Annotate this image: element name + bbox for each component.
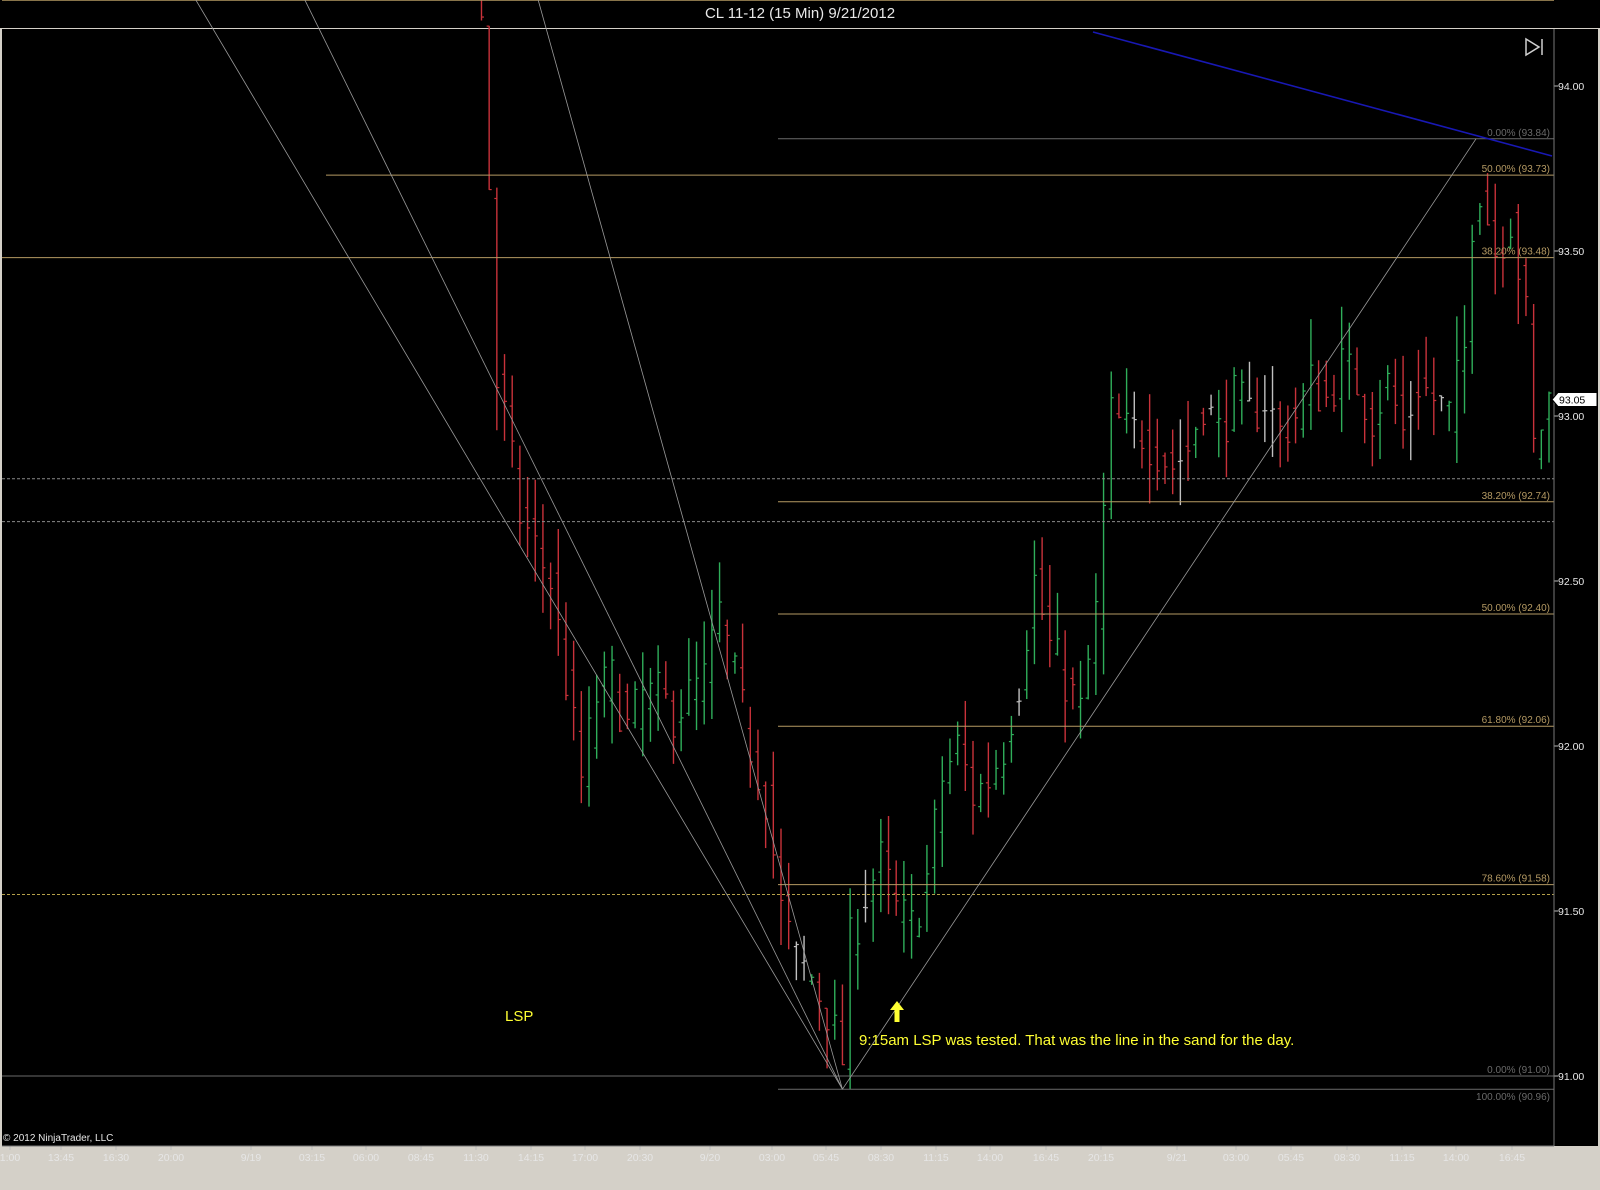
time-tick-label: 13:45 — [48, 1152, 74, 1164]
time-tick-label: 11:15 — [1389, 1152, 1415, 1164]
time-tick-label: 05:45 — [1278, 1152, 1304, 1164]
price-tick-label: 93.00 — [1558, 411, 1584, 423]
time-tick-label: 20:30 — [627, 1152, 653, 1164]
ohlc-bar — [480, 0, 484, 21]
time-tick-label: 06:00 — [353, 1152, 379, 1164]
time-tick-label: 03:00 — [759, 1152, 785, 1164]
time-tick-label: 08:30 — [868, 1152, 894, 1164]
time-tick-label: 08:45 — [408, 1152, 434, 1164]
price-tick-label: 91.50 — [1558, 906, 1584, 918]
time-tick-label: 16:45 — [1033, 1152, 1059, 1164]
annotation-note: 9:15am LSP was tested. That was the line… — [859, 1032, 1294, 1049]
time-tick-label: 16:30 — [103, 1152, 129, 1164]
copyright: © 2012 NinjaTrader, LLC — [3, 1133, 113, 1144]
fib-level-label: 0.00% (93.84) — [1487, 128, 1550, 139]
time-tick-label: 9/20 — [700, 1152, 721, 1164]
price-tick-label: 91.00 — [1558, 1071, 1584, 1083]
fib-level-label: 78.60% (91.58) — [1482, 874, 1550, 885]
price-tick-label: 92.00 — [1558, 741, 1584, 753]
time-tick-label: 03:15 — [299, 1152, 325, 1164]
fib-level-label: 100.00% (90.96) — [1476, 1092, 1550, 1103]
time-tick-label: 11:15 — [923, 1152, 949, 1164]
time-tick-label: 03:00 — [1223, 1152, 1249, 1164]
time-tick-label: 14:15 — [518, 1152, 544, 1164]
time-tick-label: 11:30 — [463, 1152, 489, 1164]
plot-area[interactable] — [2, 29, 1554, 1146]
time-tick-label: 14:00 — [977, 1152, 1003, 1164]
price-chart[interactable]: 61.80% (97.03)100.00% (96.50)78.60% (96.… — [0, 0, 1600, 1190]
last-price-label: 93.05 — [1559, 395, 1585, 407]
fib-level-label: 38.20% (92.74) — [1482, 491, 1550, 502]
price-tick-label: 93.50 — [1558, 246, 1584, 258]
time-tick-label: 17:00 — [572, 1152, 598, 1164]
fib-level-label: 50.00% (93.73) — [1482, 164, 1550, 175]
lsp-label: LSP — [505, 1008, 533, 1025]
fib-level-label: 50.00% (92.40) — [1482, 603, 1550, 614]
time-tick-label: 08:30 — [1334, 1152, 1360, 1164]
time-tick-label: 20:15 — [1088, 1152, 1114, 1164]
scroll-to-end-icon[interactable] — [1523, 37, 1545, 57]
time-tick-label: 20:00 — [158, 1152, 184, 1164]
time-tick-label: 9/21 — [1167, 1152, 1188, 1164]
time-tick-label: 05:45 — [813, 1152, 839, 1164]
time-tick-label: 14:00 — [1443, 1152, 1469, 1164]
fib-level-label: 61.80% (92.06) — [1482, 715, 1550, 726]
price-tick-label: 94.00 — [1558, 81, 1584, 93]
price-tick-label: 92.50 — [1558, 576, 1584, 588]
time-tick-label: 16:45 — [1499, 1152, 1525, 1164]
time-tick-label: 1:00 — [0, 1152, 20, 1164]
fib-level-label: 0.00% (91.00) — [1487, 1065, 1550, 1076]
fib-level-label: 38.20% (93.48) — [1482, 247, 1550, 258]
time-tick-label: 9/19 — [241, 1152, 262, 1164]
